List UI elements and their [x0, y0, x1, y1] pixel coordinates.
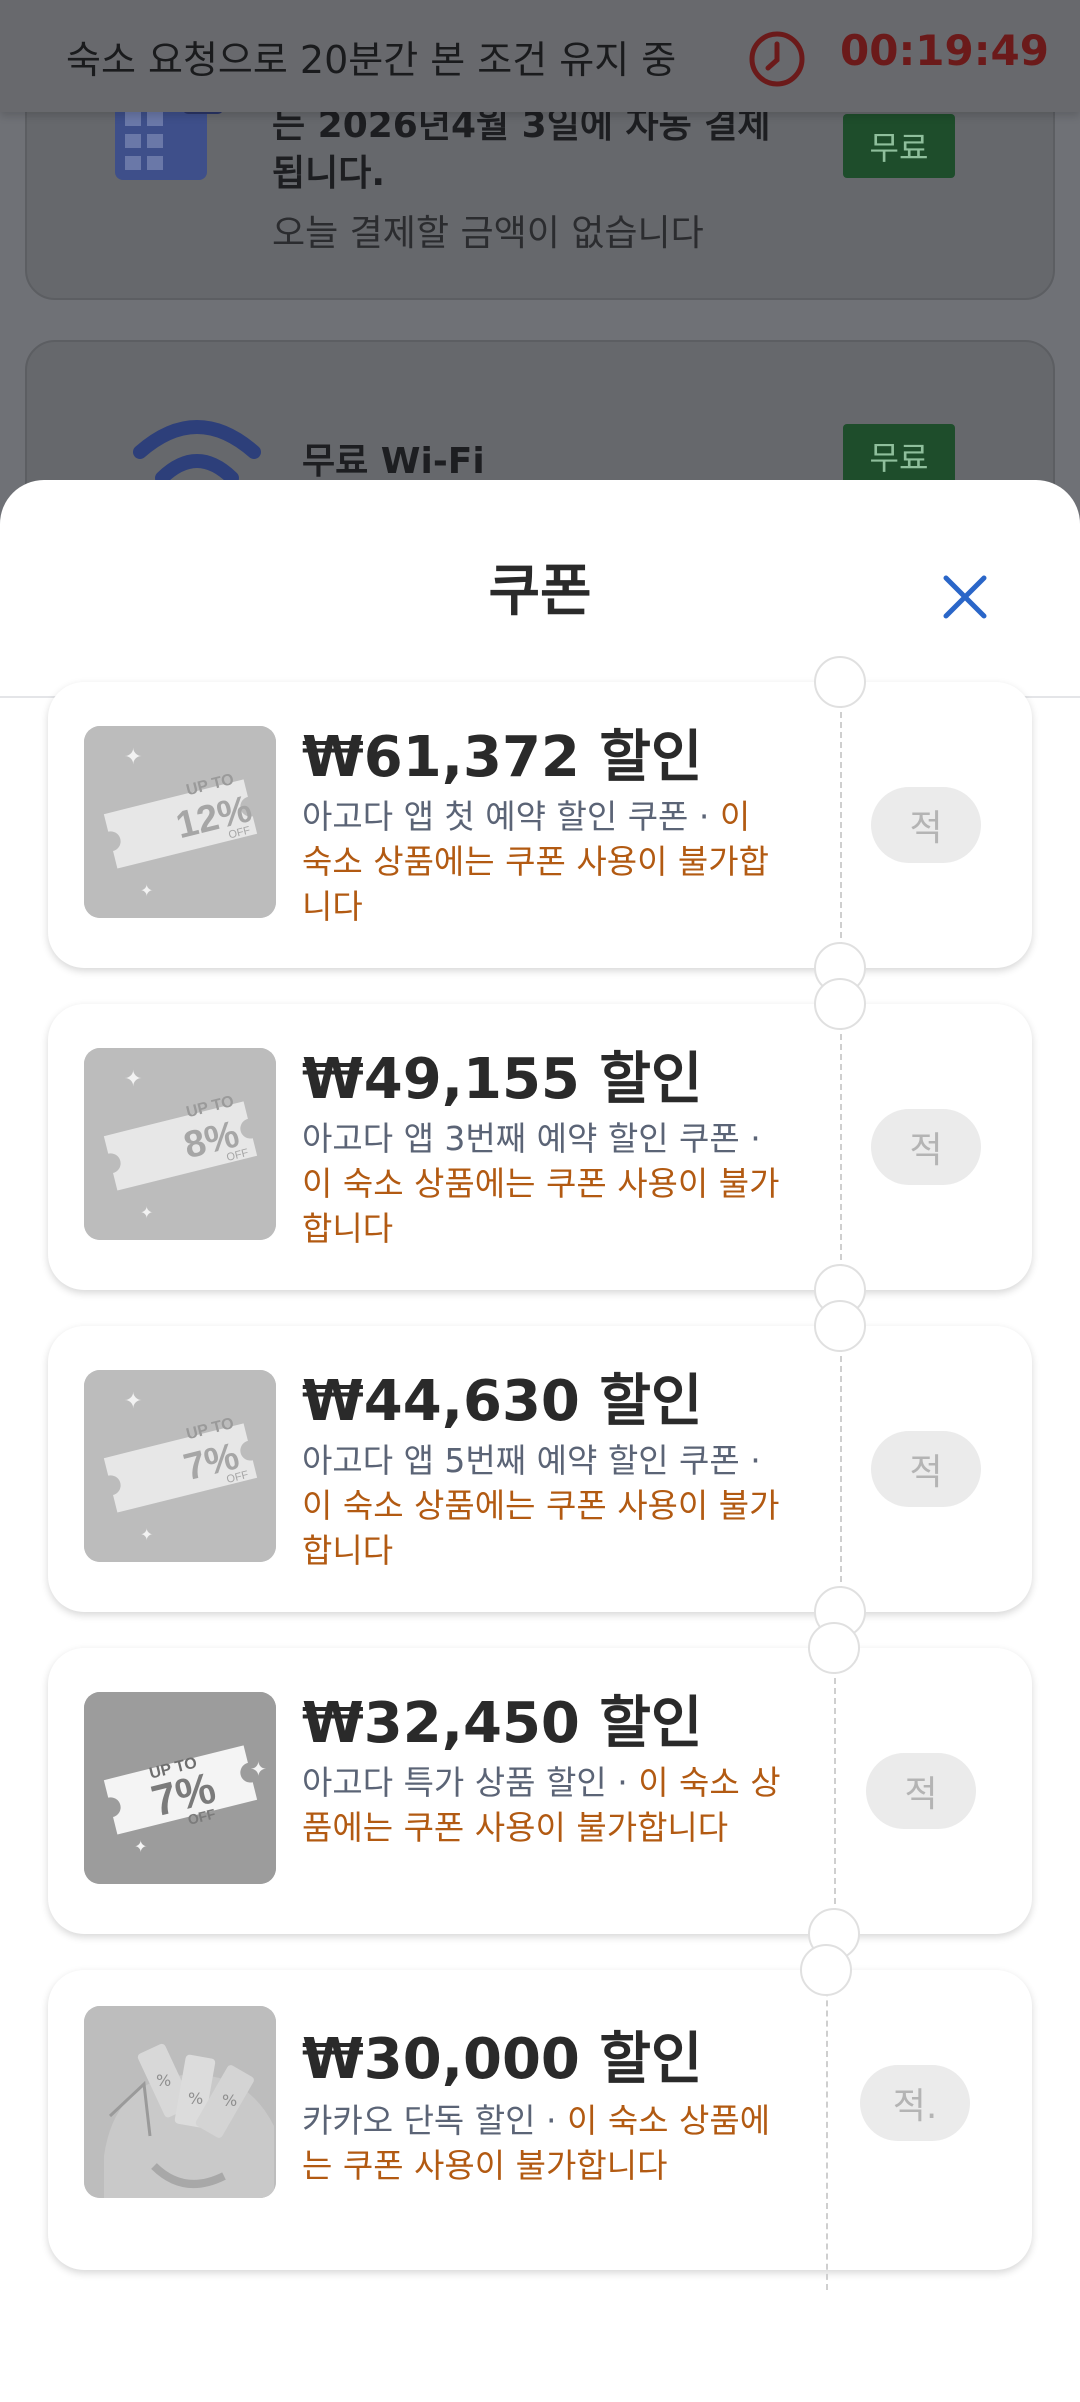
- coupon-ticket-image: UP TO 7% OFF ✦ ✦: [84, 1370, 276, 1562]
- svg-text:%: %: [156, 2071, 171, 2090]
- coupon-notch: [814, 1300, 866, 1352]
- coupon-description: 아고다 특가 상품 할인 · 이 숙소 상품에는 쿠폰 사용이 불가합니다: [302, 1760, 782, 1850]
- coupon-list: UP TO 12% OFF ✦ ✦ ₩61,372 할인 아고다 앱 첫 예약 …: [0, 656, 1080, 2290]
- svg-text:✦: ✦: [250, 1757, 267, 1781]
- coupon-description: 아고다 앱 첫 예약 할인 쿠폰 · 이 숙소 상품에는 쿠폰 사용이 불가합니…: [302, 794, 782, 929]
- coupon-notch: [808, 1622, 860, 1674]
- wifi-label: 무료 Wi-Fi: [302, 441, 485, 482]
- svg-text:✦: ✦: [140, 881, 153, 900]
- svg-text:✦: ✦: [124, 745, 142, 770]
- coupon-description: 아고다 앱 5번째 예약 할인 쿠폰 · 이 숙소 상품에는 쿠폰 사용이 불가…: [302, 1438, 782, 1573]
- coupon-divider: [826, 1970, 828, 2290]
- coupon-ticket-image: % % %: [84, 2006, 276, 2198]
- countdown-timer: 00:19:49: [840, 26, 1049, 75]
- coupon-amount: ₩61,372 할인: [302, 725, 703, 790]
- coupon-divider: [834, 1648, 836, 1934]
- coupon-warning: 이 숙소 상품에는 쿠폰 사용이 불가합니다: [302, 1486, 780, 1570]
- payment-line-3: 오늘 결제할 금액이 없습니다: [272, 213, 704, 254]
- svg-text:✦: ✦: [140, 1203, 153, 1222]
- coupon-warning: 이 숙소 상품에는 쿠폰 사용이 불가합니다: [302, 1164, 780, 1248]
- svg-text:✦: ✦: [134, 1837, 147, 1856]
- apply-coupon-button[interactable]: 적.: [860, 2065, 970, 2141]
- sheet-title: 쿠폰: [488, 559, 592, 624]
- coupon-notch: [800, 1944, 852, 1996]
- coupon-ticket-image: UP TO 12% OFF ✦ ✦: [84, 726, 276, 918]
- coupon-card[interactable]: UP TO 7% OFF ✦ ✦ ₩32,450 할인 아고다 특가 상품 할인…: [48, 1622, 1032, 1960]
- coupon-card[interactable]: UP TO 8% OFF ✦ ✦ ₩49,155 할인 아고다 앱 3번째 예약…: [48, 978, 1032, 1316]
- coupon-ticket-image: UP TO 8% OFF ✦ ✦: [84, 1048, 276, 1240]
- coupon-ticket-image: UP TO 7% OFF ✦ ✦: [84, 1692, 276, 1884]
- svg-text:%: %: [222, 2091, 237, 2110]
- coupon-amount: ₩49,155 할인: [302, 1047, 703, 1112]
- free-badge: 무료: [843, 114, 955, 178]
- free-badge: 무료: [843, 424, 955, 488]
- payment-line-2: 됩니다.: [272, 153, 386, 194]
- coupon-amount: ₩30,000 할인: [302, 2027, 703, 2092]
- sheet-header: 쿠폰: [0, 480, 1080, 698]
- svg-text:%: %: [188, 2089, 203, 2108]
- coupon-description: 아고다 앱 3번째 예약 할인 쿠폰 · 이 숙소 상품에는 쿠폰 사용이 불가…: [302, 1116, 782, 1251]
- coupon-divider: [840, 1326, 842, 1612]
- coupon-name: 아고다 특가 상품 할인 ·: [302, 1763, 639, 1802]
- coupon-description: 카카오 단독 할인 · 이 숙소 상품에는 쿠폰 사용이 불가합니다: [302, 2098, 782, 2188]
- coupon-card[interactable]: UP TO 7% OFF ✦ ✦ ₩44,630 할인 아고다 앱 5번째 예약…: [48, 1300, 1032, 1638]
- hold-notice-bar: 숙소 요청으로 20분간 본 조건 유지 중 00:19:49: [0, 0, 1080, 112]
- coupon-name: 아고다 앱 5번째 예약 할인 쿠폰 ·: [302, 1441, 761, 1480]
- svg-text:✦: ✦: [124, 1067, 142, 1092]
- close-icon[interactable]: [930, 562, 1000, 632]
- coupon-notch: [814, 978, 866, 1030]
- clock-icon: [749, 31, 805, 87]
- coupon-card[interactable]: UP TO 12% OFF ✦ ✦ ₩61,372 할인 아고다 앱 첫 예약 …: [48, 656, 1032, 994]
- apply-coupon-button[interactable]: 적: [871, 787, 981, 863]
- coupon-name: 아고다 앱 3번째 예약 할인 쿠폰 ·: [302, 1119, 761, 1158]
- apply-coupon-button[interactable]: 적: [871, 1109, 981, 1185]
- svg-text:✦: ✦: [124, 1389, 142, 1414]
- apply-coupon-button[interactable]: 적: [871, 1431, 981, 1507]
- coupon-notch: [814, 656, 866, 708]
- coupon-sheet: 쿠폰 UP TO 12% OFF ✦ ✦ ₩61,372 할인 아고다 앱 첫 …: [0, 480, 1080, 2402]
- coupon-divider: [840, 682, 842, 968]
- coupon-name: 아고다 앱 첫 예약 할인 쿠폰 ·: [302, 797, 720, 836]
- coupon-card[interactable]: % % % ₩30,000 할인 카카오 단독 할인 · 이 숙소 상품에는 쿠…: [48, 1944, 1032, 2290]
- coupon-name: 카카오 단독 할인 ·: [302, 2101, 567, 2140]
- coupon-divider: [840, 1004, 842, 1290]
- hold-notice-text: 숙소 요청으로 20분간 본 조건 유지 중: [66, 37, 677, 82]
- apply-coupon-button[interactable]: 적: [866, 1753, 976, 1829]
- coupon-amount: ₩44,630 할인: [302, 1369, 703, 1434]
- svg-text:✦: ✦: [140, 1525, 153, 1544]
- coupon-amount: ₩32,450 할인: [302, 1691, 703, 1756]
